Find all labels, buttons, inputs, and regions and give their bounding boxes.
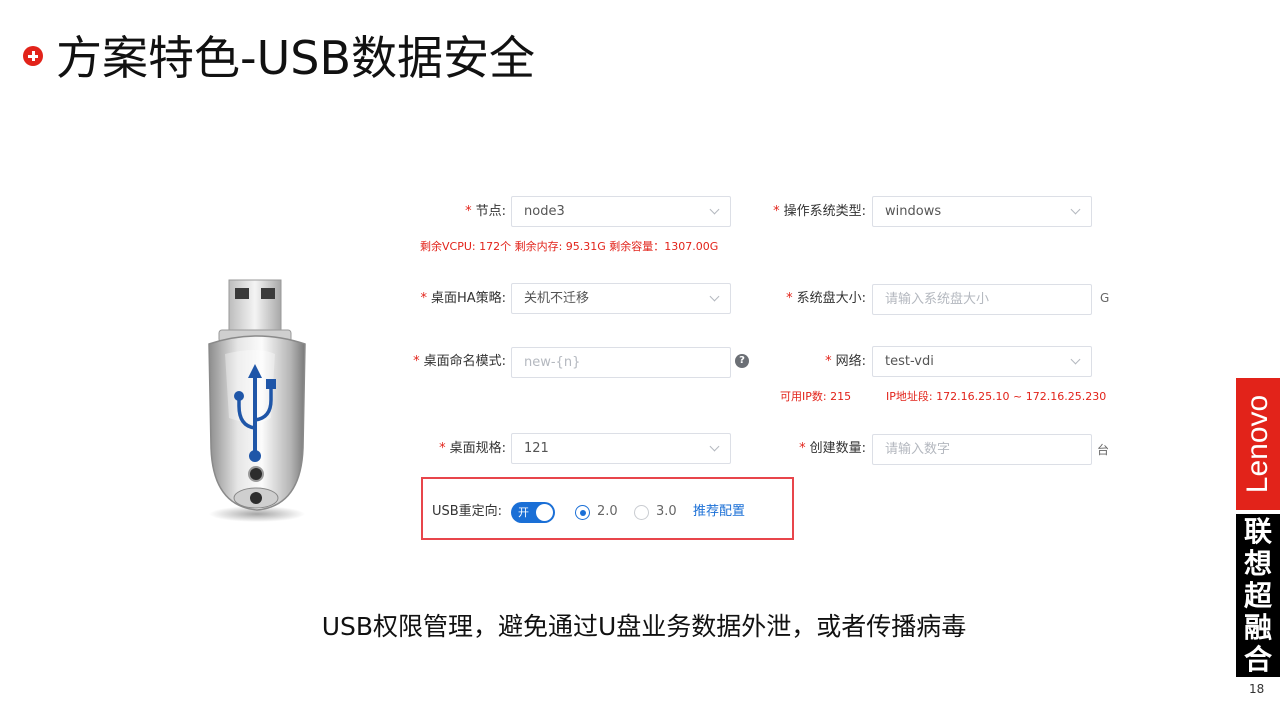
brand-char: 融 (1243, 611, 1272, 644)
chevron-down-icon (709, 204, 720, 215)
ha-policy-select-value: 关机不迁移 (524, 291, 590, 306)
required-asterisk: * (825, 354, 832, 369)
create-count-label-text: 创建数量: (809, 441, 866, 456)
network-label-text: 网络: (835, 354, 866, 369)
slide-caption: USB权限管理，避免通过U盘业务数据外泄，或者传播病毒 (321, 612, 967, 641)
radio-usb-2-label: 2.0 (597, 504, 618, 519)
naming-mode-label-text: 桌面命名模式: (423, 354, 506, 369)
network-select-value: test-vdi (885, 354, 934, 369)
required-asterisk: * (420, 291, 427, 306)
title-bullet-icon (23, 46, 43, 66)
os-type-select[interactable]: windows (872, 196, 1092, 227)
required-asterisk: * (799, 441, 806, 456)
os-type-select-value: windows (885, 204, 942, 219)
required-asterisk: * (773, 204, 780, 219)
node-label: * 节点: (400, 203, 506, 221)
ha-policy-label-text: 桌面HA策略: (430, 291, 506, 306)
radio-usb-2[interactable] (575, 505, 590, 520)
ip-count-hint: 可用IP数: 215 (780, 390, 852, 403)
toggle-knob (536, 504, 553, 521)
required-asterisk: * (413, 354, 420, 369)
network-select[interactable]: test-vdi (872, 346, 1092, 377)
spec-select-value: 121 (524, 441, 549, 456)
node-select[interactable]: node3 (511, 196, 731, 227)
radio-usb-3[interactable] (634, 505, 649, 520)
chevron-down-icon (709, 441, 720, 452)
lenovo-logo-text: Lenovo (1241, 394, 1274, 494)
usb-redirect-label: USB重定向: (432, 504, 503, 519)
node-select-value: node3 (524, 204, 565, 219)
disk-size-label-text: 系统盘大小: (796, 291, 866, 306)
toggle-text: 开 (518, 506, 529, 519)
required-asterisk: * (439, 441, 446, 456)
brand-char: 想 (1243, 547, 1272, 580)
os-type-label-text: 操作系统类型: (783, 204, 866, 219)
naming-mode-input[interactable]: new-{n} (511, 347, 731, 378)
ha-policy-select[interactable]: 关机不迁移 (511, 283, 731, 314)
usb-drive-icon (208, 279, 306, 522)
node-label-text: 节点: (475, 204, 506, 219)
ip-range-hint: IP地址段: 172.16.25.10 ~ 172.16.25.230 (886, 390, 1107, 403)
disk-size-unit: G (1100, 291, 1110, 305)
chevron-down-icon (709, 291, 720, 302)
create-count-unit: 台 (1097, 443, 1110, 457)
disk-size-label: * 系统盘大小: (740, 290, 866, 308)
lenovo-logo: Lenovo (1236, 378, 1280, 510)
brand-char: 合 (1243, 643, 1272, 676)
create-count-label: * 创建数量: (740, 440, 866, 458)
recommended-config-link[interactable]: 推荐配置 (693, 503, 745, 521)
usb-redirect-toggle[interactable]: 开 (511, 502, 555, 523)
required-asterisk: * (465, 204, 472, 219)
page-title: 方案特色-USB数据安全 (56, 31, 536, 85)
brand-char: 超 (1243, 579, 1272, 612)
spec-label: * 桌面规格: (380, 440, 506, 458)
brand-char: 联 (1243, 515, 1272, 548)
spec-select[interactable]: 121 (511, 433, 731, 464)
ha-policy-label: * 桌面HA策略: (380, 290, 506, 308)
page-number: 18 (1249, 682, 1265, 696)
radio-usb-3-label: 3.0 (656, 504, 677, 519)
naming-mode-label: * 桌面命名模式: (380, 353, 506, 371)
chevron-down-icon (1070, 354, 1081, 365)
brand-slogan: 联 想 超 融 合 (1236, 514, 1280, 677)
disk-size-input[interactable]: 请输入系统盘大小 (872, 284, 1092, 315)
os-type-label: * 操作系统类型: (740, 203, 866, 221)
chevron-down-icon (1070, 204, 1081, 215)
required-asterisk: * (786, 291, 793, 306)
network-label: * 网络: (740, 353, 866, 371)
resource-hint: 剩余VCPU: 172个 剩余内存: 95.31G 剩余容量：1307.00G (420, 240, 719, 253)
create-count-input[interactable]: 请输入数字 (872, 434, 1092, 465)
spec-label-text: 桌面规格: (449, 441, 506, 456)
